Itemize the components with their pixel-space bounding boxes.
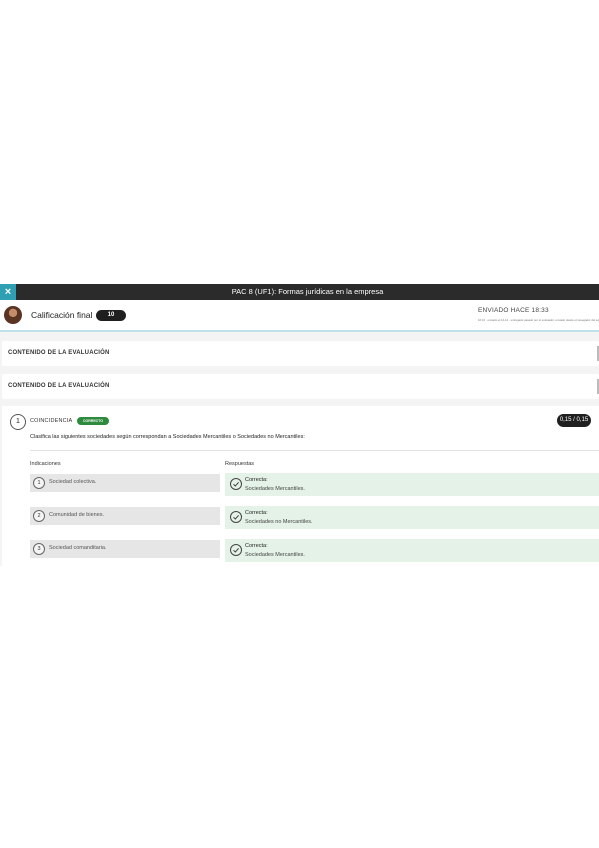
status-badge: CORRECTO bbox=[77, 417, 109, 425]
grade-header: Calificación final 10 ENVIADO HACE 18:33… bbox=[0, 300, 599, 332]
answer-item: Correcta: Sociedades Mercantiles. bbox=[225, 473, 599, 496]
indication-text: Comunidad de bienes. bbox=[49, 512, 105, 518]
indication-text: Sociedad colectiva. bbox=[49, 479, 97, 485]
window-title: PAC 8 (UF1): Formas jurídicas en la empr… bbox=[231, 287, 384, 296]
question-score: 0,15 / 0,15 bbox=[557, 414, 591, 427]
answer-status: Correcta: bbox=[245, 510, 268, 516]
divider bbox=[30, 450, 599, 451]
section-evaluation-content-1[interactable]: CONTENIDO DE LA EVALUACIÓN bbox=[2, 341, 599, 366]
answer-item: Correcta: Sociedades no Mercantiles. bbox=[225, 506, 599, 529]
indication-text: Sociedad comanditaria. bbox=[49, 545, 107, 551]
sent-details: 16:10 · enviado el 14-12 · entregado pas… bbox=[478, 318, 599, 322]
question-type: COINCIDENCIA bbox=[30, 418, 73, 424]
indication-item: 2 Comunidad de bienes. bbox=[30, 507, 220, 525]
indication-item: 1 Sociedad colectiva. bbox=[30, 474, 220, 492]
indication-number: 3 bbox=[33, 543, 45, 555]
title-bar: × PAC 8 (UF1): Formas jurídicas en la em… bbox=[0, 284, 599, 300]
sent-status: ENVIADO HACE 18:33 bbox=[478, 307, 549, 314]
answer-text: Sociedades Mercantiles. bbox=[245, 552, 305, 558]
close-button[interactable]: × bbox=[0, 284, 16, 300]
answer-status: Correcta: bbox=[245, 543, 268, 549]
question-number: 1 bbox=[10, 414, 26, 430]
answer-text: Sociedades no Mercantiles. bbox=[245, 519, 313, 525]
check-circle-icon bbox=[230, 478, 242, 490]
indication-number: 1 bbox=[33, 477, 45, 489]
close-icon: × bbox=[4, 286, 12, 298]
section-title: CONTENIDO DE LA EVALUACIÓN bbox=[8, 350, 110, 356]
section-title: CONTENIDO DE LA EVALUACIÓN bbox=[8, 383, 110, 389]
answer-item: Correcta: Sociedades Mercantiles. bbox=[225, 539, 599, 562]
check-circle-icon bbox=[230, 544, 242, 556]
section-evaluation-content-2[interactable]: CONTENIDO DE LA EVALUACIÓN bbox=[2, 374, 599, 399]
indications-header: Indicaciones bbox=[30, 461, 61, 467]
final-grade-value: 10 bbox=[96, 310, 126, 321]
answer-text: Sociedades Mercantiles. bbox=[245, 486, 305, 492]
final-grade-label: Calificación final bbox=[31, 310, 93, 320]
question-statement: Clasifica las siguientes sociedades segú… bbox=[30, 434, 305, 440]
question-card: 1 COINCIDENCIA CORRECTO 0,15 / 0,15 Clas… bbox=[2, 406, 599, 566]
answers-header: Respuestas bbox=[225, 461, 255, 467]
indication-item: 3 Sociedad comanditaria. bbox=[30, 540, 220, 558]
avatar bbox=[4, 306, 22, 324]
check-circle-icon bbox=[230, 511, 242, 523]
indication-number: 2 bbox=[33, 510, 45, 522]
app-window: × PAC 8 (UF1): Formas jurídicas en la em… bbox=[0, 284, 599, 566]
answer-status: Correcta: bbox=[245, 477, 268, 483]
